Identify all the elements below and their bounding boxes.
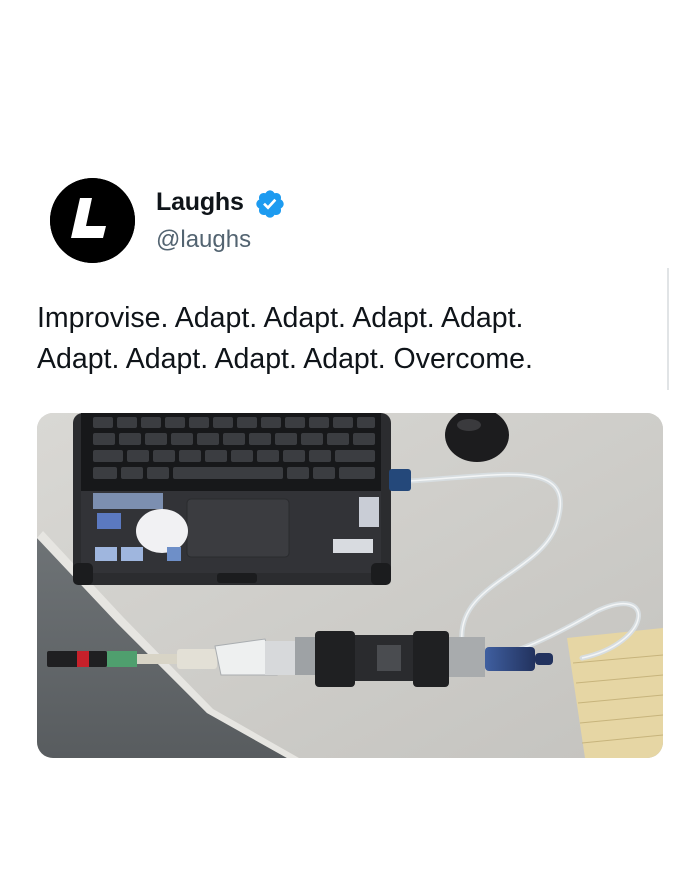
- laughs-logo-icon: [50, 178, 135, 263]
- author-handle[interactable]: @laughs: [156, 226, 251, 254]
- photo-of-laptop-with-chained-adapters-icon: [37, 413, 663, 758]
- tweet-text: Improvise. Adapt. Adapt. Adapt. Adapt. A…: [37, 298, 637, 380]
- tweet-meta-cut-off: [37, 796, 663, 808]
- tweet-text-line: Adapt. Adapt. Adapt. Adapt. Overcome.: [37, 343, 533, 375]
- tweet-text-line: Improvise. Adapt. Adapt. Adapt. Adapt.: [37, 302, 524, 334]
- tweet-media-photo[interactable]: [37, 413, 663, 758]
- tweet-card: Laughs @laughs Improvise. Adapt. Adapt. …: [0, 0, 700, 875]
- verified-badge-icon: [254, 188, 286, 220]
- author-display-name[interactable]: Laughs: [156, 188, 244, 217]
- scrollbar[interactable]: [667, 268, 669, 390]
- avatar[interactable]: [50, 178, 135, 263]
